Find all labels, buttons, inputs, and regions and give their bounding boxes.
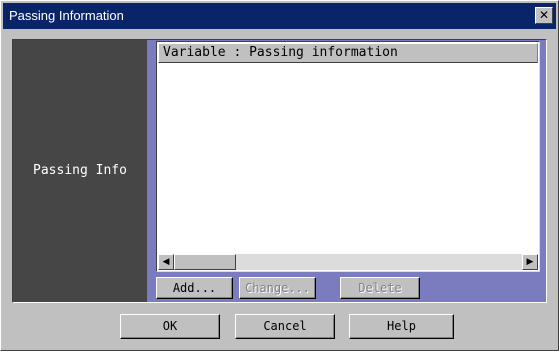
cancel-button[interactable]: Cancel	[235, 314, 335, 339]
arrow-right-icon: ▶	[526, 257, 534, 267]
delete-button[interactable]: Delete	[340, 277, 420, 299]
scroll-right-button[interactable]: ▶	[522, 254, 538, 270]
help-button[interactable]: Help	[349, 314, 454, 339]
change-button[interactable]: Change...	[239, 277, 316, 299]
close-icon: ✕	[538, 8, 550, 22]
scroll-left-button[interactable]: ◀	[158, 254, 174, 270]
title-bar[interactable]: Passing Information ✕	[3, 3, 556, 29]
window-title: Passing Information	[9, 8, 124, 23]
content-panel: Passing Info Variable : Passing informat…	[12, 39, 547, 303]
close-button[interactable]: ✕	[535, 7, 553, 24]
dialog-window: Passing Information ✕ Passing Info Varia…	[0, 0, 559, 351]
side-label: Passing Info	[33, 163, 127, 178]
list-header[interactable]: Variable : Passing information	[158, 43, 538, 63]
side-panel: Passing Info	[13, 40, 147, 302]
add-button[interactable]: Add...	[156, 277, 233, 299]
horizontal-scrollbar[interactable]: ◀ ▶	[158, 254, 538, 270]
variable-list[interactable]: Variable : Passing information ◀ ▶	[156, 41, 540, 272]
arrow-left-icon: ◀	[162, 257, 170, 267]
ok-button[interactable]: OK	[120, 314, 220, 339]
scroll-thumb[interactable]	[174, 254, 236, 270]
